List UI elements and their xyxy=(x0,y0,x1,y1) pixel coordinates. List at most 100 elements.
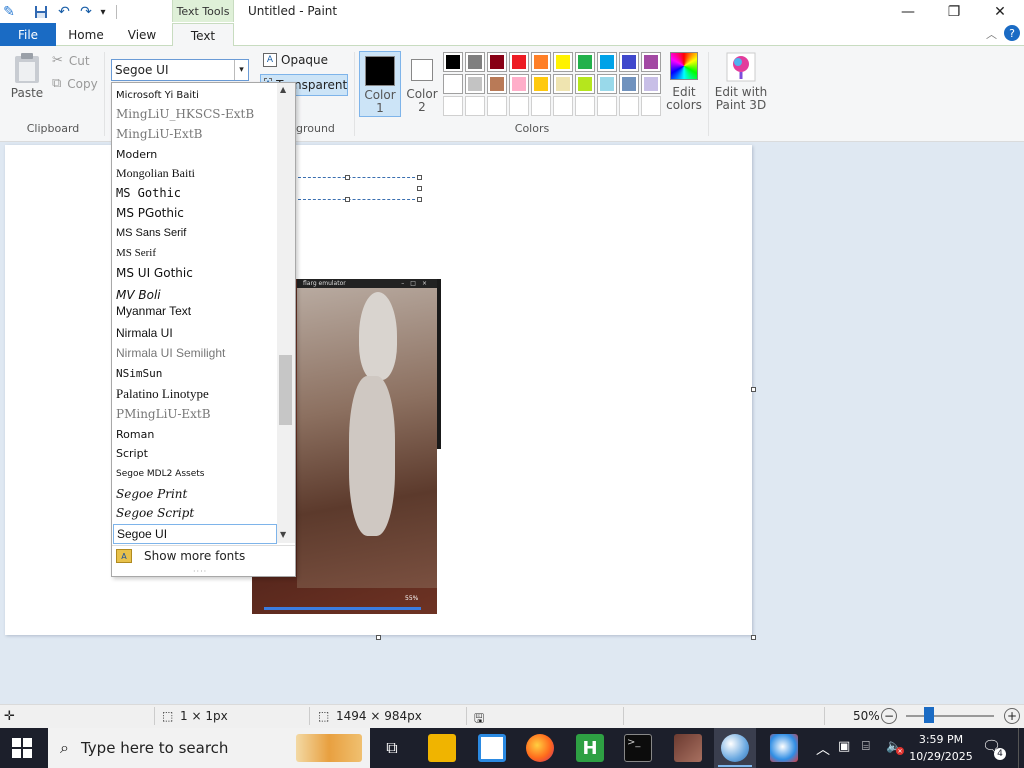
copy-button[interactable]: ⧉ Copy xyxy=(52,76,98,91)
paint-taskbar-button[interactable] xyxy=(714,728,756,768)
tab-home[interactable]: Home xyxy=(60,23,112,46)
custom-color-slot[interactable] xyxy=(553,96,573,116)
font-list-item[interactable]: PMingLiU-ExtB xyxy=(116,404,211,424)
restore-button[interactable]: ❐ xyxy=(931,0,977,23)
palette-swatch[interactable] xyxy=(597,74,617,94)
font-list-item[interactable]: Segoe Print xyxy=(116,484,187,504)
resize-handle[interactable] xyxy=(345,197,350,202)
scroll-up-icon[interactable]: ▲ xyxy=(280,85,286,94)
zoom-slider-thumb[interactable] xyxy=(924,707,934,723)
font-list-item[interactable]: MS Sans Serif xyxy=(116,223,186,243)
font-list-item[interactable]: Roman xyxy=(116,424,154,444)
palette-swatch[interactable] xyxy=(619,52,639,72)
palette-swatch[interactable] xyxy=(641,52,661,72)
custom-color-slot[interactable] xyxy=(575,96,595,116)
redo-icon[interactable]: ↷ xyxy=(76,3,96,21)
task-view-icon[interactable]: ⧉ xyxy=(378,734,406,762)
palette-swatch[interactable] xyxy=(443,74,463,94)
font-list-item[interactable]: Segoe MDL2 Assets xyxy=(116,464,204,484)
custom-color-slot[interactable] xyxy=(619,96,639,116)
chevron-down-icon[interactable]: ▾ xyxy=(234,60,248,80)
clock-time[interactable]: 3:59 PM xyxy=(912,733,970,746)
custom-color-slot[interactable] xyxy=(597,96,617,116)
font-list-item[interactable]: Mongolian Baiti xyxy=(116,163,195,183)
minimize-button[interactable]: — xyxy=(885,0,931,23)
color2-button[interactable]: Color 2 xyxy=(403,51,441,117)
palette-swatch[interactable] xyxy=(487,74,507,94)
palette-swatch[interactable] xyxy=(465,74,485,94)
custom-color-slot[interactable] xyxy=(443,96,463,116)
custom-color-slot[interactable] xyxy=(531,96,551,116)
font-list-item[interactable]: Palatino Linotype xyxy=(116,384,209,404)
palette-swatch[interactable] xyxy=(443,52,463,72)
font-list-item[interactable]: Nirmala UI Semilight xyxy=(116,343,225,363)
custom-color-slot[interactable] xyxy=(641,96,661,116)
text-box-selection[interactable] xyxy=(298,177,420,200)
font-list-item[interactable]: Microsoft Yi Baiti xyxy=(116,85,199,105)
zoom-slider[interactable] xyxy=(906,715,994,717)
opaque-button[interactable]: A Opaque xyxy=(263,53,328,67)
terminal-icon[interactable]: >_ xyxy=(624,734,652,762)
save-icon[interactable] xyxy=(30,3,52,21)
paste-button[interactable]: Paste xyxy=(6,52,48,104)
palette-swatch[interactable] xyxy=(509,74,529,94)
zoom-in-button[interactable]: + xyxy=(1004,708,1020,724)
color1-button[interactable]: Color 1 xyxy=(359,51,401,117)
font-list-item[interactable]: Modern xyxy=(116,144,157,164)
microsoft-store-icon[interactable] xyxy=(478,734,506,762)
font-list-item[interactable]: MingLiU-ExtB xyxy=(116,124,202,144)
tab-view[interactable]: View xyxy=(116,23,168,46)
taskbar-search-box[interactable]: ⌕ Type here to search xyxy=(48,728,370,768)
resize-handle[interactable] xyxy=(417,186,422,191)
show-desktop-button[interactable] xyxy=(1018,728,1024,768)
font-list-item[interactable]: Myanmar Text xyxy=(116,301,191,321)
font-list-item[interactable]: NSimSun xyxy=(116,363,162,383)
font-dropdown-list[interactable]: Microsoft Yi Baiti MingLiU_HKSCS-ExtB Ming… xyxy=(111,82,296,577)
font-list-item[interactable]: MS Serif xyxy=(116,243,156,263)
meet-now-icon[interactable]: ▣ xyxy=(838,739,850,754)
font-list-item[interactable]: Nirmala UI xyxy=(116,323,173,343)
resize-handle[interactable] xyxy=(417,197,422,202)
font-list-item[interactable]: MingLiU_HKSCS-ExtB xyxy=(116,104,254,124)
resize-handle[interactable] xyxy=(417,175,422,180)
dropdown-resize-grip[interactable]: ···· xyxy=(193,567,207,576)
scrollbar-thumb[interactable] xyxy=(279,355,292,425)
palette-swatch[interactable] xyxy=(597,52,617,72)
media-app-icon[interactable] xyxy=(674,734,702,762)
tab-text[interactable]: Text xyxy=(172,23,234,47)
palette-swatch[interactable] xyxy=(487,52,507,72)
font-family-select[interactable]: Segoe UI ▾ xyxy=(111,59,249,81)
close-button[interactable]: ✕ xyxy=(977,0,1023,23)
tab-file[interactable]: File xyxy=(0,23,56,46)
canvas-resize-handle[interactable] xyxy=(376,635,381,640)
font-list-item[interactable]: Segoe UI xyxy=(113,524,277,544)
show-more-fonts-button[interactable]: A Show more fonts xyxy=(116,546,292,566)
firefox-icon[interactable] xyxy=(526,734,554,762)
palette-swatch[interactable] xyxy=(575,52,595,72)
collapse-ribbon-icon[interactable]: ︿ xyxy=(986,26,997,42)
palette-swatch[interactable] xyxy=(531,52,551,72)
zoom-out-button[interactable]: − xyxy=(881,708,897,724)
palette-swatch[interactable] xyxy=(619,74,639,94)
font-list-item[interactable]: Script xyxy=(116,443,148,463)
palette-swatch[interactable] xyxy=(509,52,529,72)
font-list-item[interactable]: Segoe Script xyxy=(116,503,194,523)
edit-colors-button[interactable]: Edit colors xyxy=(664,52,704,118)
palette-swatch[interactable] xyxy=(553,74,573,94)
canvas-resize-handle[interactable] xyxy=(751,635,756,640)
edit-with-paint3d-button[interactable]: Edit with Paint 3D xyxy=(714,52,768,118)
font-list-scrollbar[interactable] xyxy=(277,83,295,543)
font-list-item[interactable]: MS UI Gothic xyxy=(116,263,193,283)
palette-swatch[interactable] xyxy=(531,74,551,94)
font-list-item[interactable]: MS Gothic xyxy=(116,183,181,203)
custom-color-slot[interactable] xyxy=(487,96,507,116)
file-explorer-icon[interactable] xyxy=(428,734,456,762)
customize-quick-access-icon[interactable]: ▾ xyxy=(96,3,110,21)
snipping-tool-icon[interactable] xyxy=(770,734,798,762)
font-list-item[interactable]: MS PGothic xyxy=(116,203,184,223)
clock-date[interactable]: 10/29/2025 xyxy=(906,750,976,763)
palette-swatch[interactable] xyxy=(553,52,573,72)
network-icon[interactable]: ⌸ xyxy=(862,739,870,754)
canvas-resize-handle[interactable] xyxy=(751,387,756,392)
resize-handle[interactable] xyxy=(345,175,350,180)
